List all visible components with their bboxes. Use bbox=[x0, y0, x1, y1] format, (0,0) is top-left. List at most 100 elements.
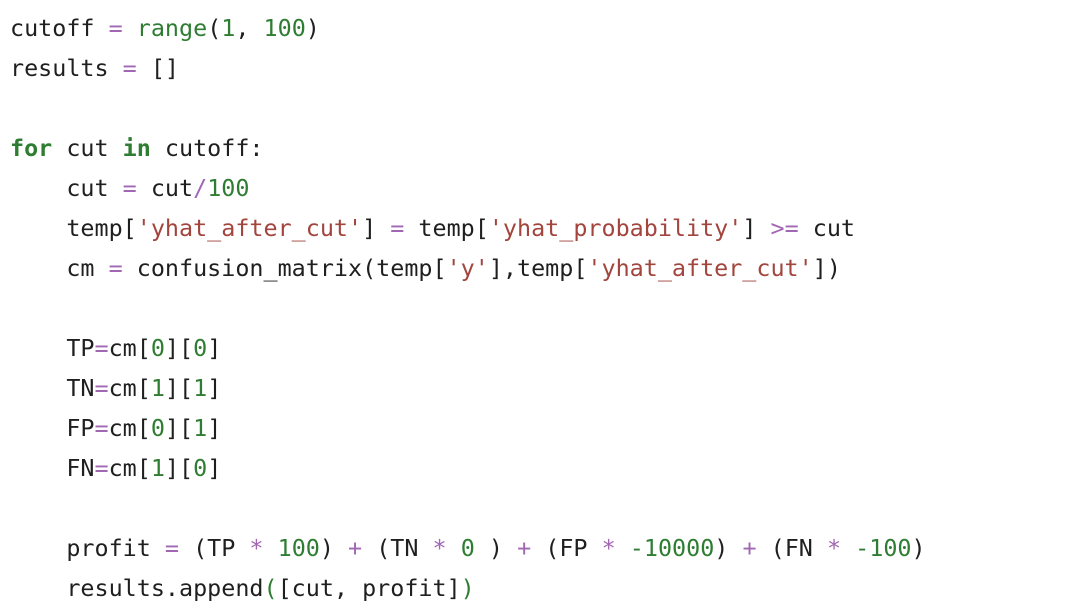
code-token: cm[ bbox=[108, 414, 151, 442]
code-token: 'yhat_after_cut' bbox=[136, 214, 363, 242]
code-token: 'yhat_after_cut' bbox=[587, 254, 813, 282]
code-token: , bbox=[235, 14, 264, 42]
code-token: ] bbox=[742, 214, 771, 242]
code-token: cm[ bbox=[108, 374, 151, 402]
code-token: = bbox=[122, 174, 137, 202]
code-token: = bbox=[108, 254, 123, 282]
code-token: ][ bbox=[164, 374, 194, 402]
code-token: results.append bbox=[10, 574, 264, 602]
code-token: = bbox=[164, 534, 179, 562]
code-line: cut = cut/100 bbox=[10, 168, 249, 208]
code-token: cut bbox=[10, 174, 123, 202]
code-token: 0 bbox=[150, 414, 165, 442]
code-line: profit = (TP * 100) + (TN * 0 ) + (FP * … bbox=[10, 528, 926, 568]
code-token: * bbox=[601, 534, 616, 562]
code-token: >= bbox=[770, 214, 799, 242]
code-token: 100 bbox=[207, 174, 250, 202]
code-line: cutoff = range(1, 100) bbox=[10, 8, 320, 48]
code-token: 1 bbox=[193, 414, 208, 442]
code-token: ) bbox=[911, 534, 926, 562]
code-token: ]) bbox=[812, 254, 841, 282]
code-token: 100 bbox=[277, 534, 320, 562]
code-token: 'y' bbox=[446, 254, 489, 282]
code-token: ] bbox=[207, 414, 222, 442]
code-token: TP bbox=[10, 334, 95, 362]
code-token: * bbox=[432, 534, 447, 562]
code-token: 0 bbox=[193, 454, 208, 482]
code-token: (TP bbox=[179, 534, 250, 562]
code-token: FN bbox=[10, 454, 95, 482]
code-token: ] bbox=[207, 454, 222, 482]
code-token: + bbox=[348, 534, 363, 562]
code-token: FP bbox=[10, 414, 95, 442]
code-token: temp[ bbox=[10, 214, 137, 242]
code-token: 0 bbox=[460, 534, 475, 562]
code-token: results bbox=[10, 54, 123, 82]
code-token: ] bbox=[207, 374, 222, 402]
code-token: ) bbox=[460, 574, 475, 602]
code-token: * bbox=[826, 534, 842, 562]
code-token: ][ bbox=[164, 334, 194, 362]
code-token: ] bbox=[362, 214, 391, 242]
code-token: 0 bbox=[193, 334, 208, 362]
code-token: -100 bbox=[855, 534, 912, 562]
code-token: cut bbox=[136, 174, 194, 202]
code-token: * bbox=[249, 534, 264, 562]
code-token: (FN bbox=[756, 534, 827, 562]
code-token: / bbox=[193, 174, 208, 202]
code-token: -10000 bbox=[629, 534, 715, 562]
code-token: cm bbox=[10, 254, 109, 282]
code-token: ) bbox=[319, 534, 349, 562]
code-token: = bbox=[94, 414, 109, 442]
code-line: cm = confusion_matrix(temp['y'],temp['yh… bbox=[10, 248, 841, 288]
code-token: range bbox=[136, 14, 208, 42]
code-token: 1 bbox=[193, 374, 208, 402]
code-token: temp[ bbox=[404, 214, 489, 242]
code-token: ) bbox=[474, 534, 518, 562]
code-line: results.append([cut, profit]) bbox=[10, 568, 475, 608]
code-token: = bbox=[390, 214, 405, 242]
code-token: cm[ bbox=[108, 334, 151, 362]
code-token: + bbox=[742, 534, 757, 562]
code-line: results = [] bbox=[10, 48, 179, 88]
code-token: ( bbox=[263, 574, 278, 602]
code-token: [cut, profit] bbox=[277, 574, 461, 602]
code-line: FN=cm[1][0] bbox=[10, 448, 221, 488]
code-line: temp['yhat_after_cut'] = temp['yhat_prob… bbox=[10, 208, 855, 248]
code-token: ] bbox=[207, 334, 222, 362]
code-token: ][ bbox=[164, 454, 194, 482]
code-token: = bbox=[94, 374, 109, 402]
code-token: 0 bbox=[150, 334, 165, 362]
code-token: cut bbox=[798, 214, 856, 242]
code-token: profit bbox=[10, 534, 165, 562]
code-token: ) bbox=[714, 534, 743, 562]
code-token: confusion_matrix(temp[ bbox=[122, 254, 447, 282]
code-token: = bbox=[108, 14, 123, 42]
code-token: (FP bbox=[531, 534, 602, 562]
code-line: FP=cm[0][1] bbox=[10, 408, 221, 448]
code-token: cutoff bbox=[10, 14, 109, 42]
code-token: 'yhat_probability' bbox=[488, 214, 743, 242]
code-line: TN=cm[1][1] bbox=[10, 368, 221, 408]
code-token: [] bbox=[136, 54, 180, 82]
code-token: 1 bbox=[150, 454, 165, 482]
code-token: cut bbox=[52, 134, 123, 162]
code-token: ) bbox=[305, 14, 320, 42]
code-block: cutoff = range(1, 100) results = [] for cu… bbox=[0, 0, 1069, 611]
code-token: ( bbox=[207, 14, 222, 42]
code-line: TP=cm[0][0] bbox=[10, 328, 221, 368]
code-token: in bbox=[122, 134, 151, 162]
code-token: 1 bbox=[150, 374, 165, 402]
code-token: ][ bbox=[164, 414, 194, 442]
code-token: (TN bbox=[362, 534, 433, 562]
code-token: = bbox=[122, 54, 137, 82]
code-line: for cut in cutoff: bbox=[10, 128, 264, 168]
code-token: cm[ bbox=[108, 454, 151, 482]
code-token: + bbox=[517, 534, 532, 562]
code-token: TN bbox=[10, 374, 95, 402]
code-token: 1 bbox=[221, 14, 236, 42]
